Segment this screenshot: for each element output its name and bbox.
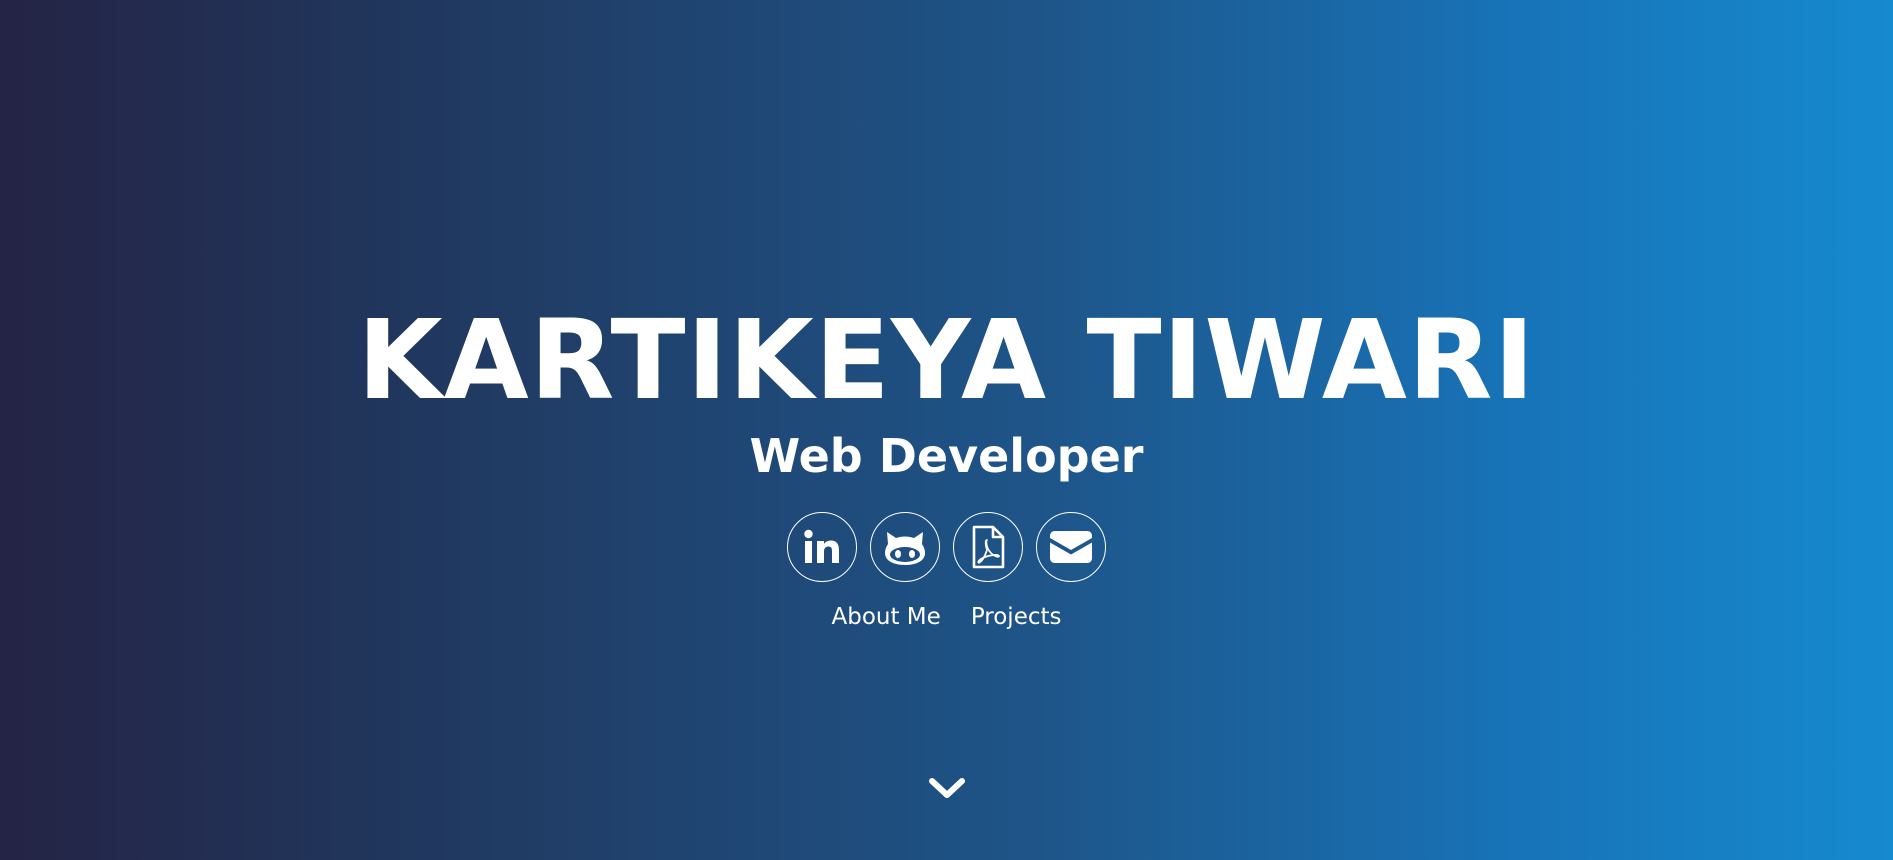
hero-content: KARTIKEYA TIWARI Web Developer About Me … <box>0 300 1893 630</box>
about-me-link[interactable]: About Me <box>832 604 941 630</box>
email-link[interactable] <box>1036 512 1106 582</box>
chevron-down-icon <box>929 778 965 798</box>
scroll-down-button[interactable] <box>928 772 966 802</box>
social-links <box>0 512 1893 582</box>
github-icon <box>885 532 925 565</box>
github-link[interactable] <box>870 512 940 582</box>
resume-link[interactable] <box>953 512 1023 582</box>
hero-name: KARTIKEYA TIWARI <box>357 296 1536 424</box>
linkedin-icon <box>804 529 839 563</box>
linkedin-link[interactable] <box>787 512 857 582</box>
email-icon <box>1050 531 1092 563</box>
hero-nav: About Me Projects <box>0 604 1893 630</box>
hero-section: KARTIKEYA TIWARI Web Developer About Me … <box>0 0 1893 860</box>
pdf-resume-icon <box>972 525 1005 569</box>
hero-role: Web Developer <box>749 429 1144 483</box>
projects-link[interactable]: Projects <box>971 604 1062 630</box>
